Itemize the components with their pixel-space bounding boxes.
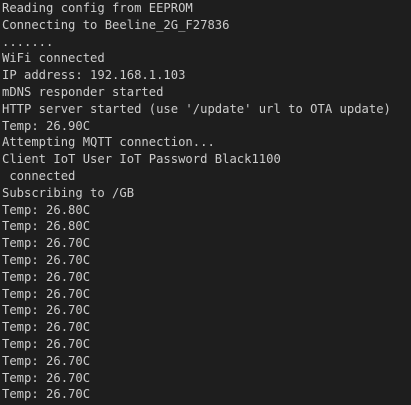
- output-line: Temp: 26.70C: [2, 269, 91, 284]
- output-line: IP address: 192.168.1.103: [2, 68, 186, 83]
- output-line: Reading config from EEPROM: [2, 1, 193, 15]
- output-line: connected: [2, 168, 76, 183]
- output-line: Temp: 26.70C: [2, 353, 91, 368]
- output-line: HTTP server started (use '/update' url t…: [2, 101, 391, 116]
- output-line: mDNS responder started: [2, 84, 164, 99]
- output-line: Temp: 26.90C: [2, 118, 91, 133]
- output-line: Attempting MQTT connection...: [2, 135, 215, 150]
- output-line: Temp: 26.80C: [2, 202, 91, 217]
- output-line: Temp: 26.70C: [2, 303, 91, 318]
- output-line: Temp: 26.80C: [2, 219, 91, 234]
- output-line: Client IoT User IoT Password Black1100: [2, 152, 281, 167]
- output-line: Temp: 26.70C: [2, 336, 91, 351]
- output-line: Temp: 26.70C: [2, 387, 91, 402]
- output-line: Temp: 26.70C: [2, 320, 91, 335]
- output-line: WiFi connected: [2, 51, 105, 66]
- serial-monitor-output[interactable]: Reading config from EEPROM Connecting to…: [0, 0, 411, 405]
- output-line: Subscribing to /GB: [2, 185, 135, 200]
- output-line: .......: [2, 34, 54, 49]
- output-line: Temp: 26.70C: [2, 286, 91, 301]
- output-line: Temp: 26.70C: [2, 236, 91, 251]
- output-line: Temp: 26.70C: [2, 370, 91, 385]
- output-line: Connecting to Beeline_2G_F27836: [2, 17, 230, 32]
- output-line: Temp: 26.70C: [2, 252, 91, 267]
